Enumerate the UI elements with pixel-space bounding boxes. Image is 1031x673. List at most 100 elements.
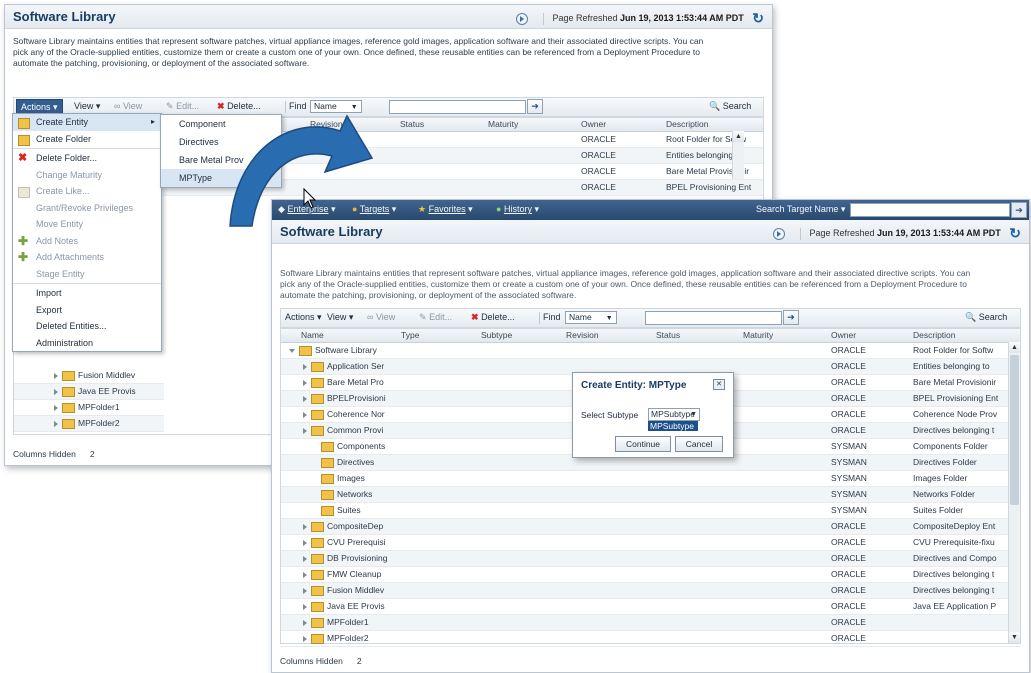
column-header[interactable]: Status	[656, 330, 680, 340]
menu-item-deleted-entities[interactable]: Deleted Entities...	[13, 318, 161, 335]
menu-item-import[interactable]: Import	[13, 285, 161, 302]
find-input[interactable]	[645, 311, 782, 325]
search-target-type[interactable]: Search Target Name ▾	[756, 204, 845, 215]
scroll-thumb[interactable]	[1010, 355, 1019, 505]
tree-item[interactable]: Fusion Middlev	[14, 368, 164, 384]
go-arrow-icon[interactable]: ➔	[1011, 202, 1027, 218]
expand-icon[interactable]	[54, 388, 58, 395]
play-icon[interactable]	[516, 12, 529, 25]
expand-icon[interactable]	[303, 427, 307, 434]
subtype-select[interactable]: MPSubtype ▼	[648, 408, 700, 421]
menu-item-administration[interactable]: Administration	[13, 335, 161, 352]
find-field-select[interactable]: Name ▼	[565, 311, 617, 324]
menu-item-change-maturity[interactable]: Change Maturity	[13, 167, 161, 184]
history-menu[interactable]: ● History ▾	[496, 204, 539, 215]
refresh-icon[interactable]: ↻	[752, 10, 764, 27]
table-row[interactable]: CVU Prerequisi ORACLE CVU Prerequisite-fix…	[281, 535, 1020, 551]
go-arrow-icon[interactable]: ➔	[527, 99, 543, 114]
expand-icon[interactable]	[303, 603, 307, 610]
expand-icon[interactable]	[303, 363, 307, 370]
column-header[interactable]: Name	[301, 330, 324, 340]
column-header[interactable]: Maturity	[743, 330, 773, 340]
scroll-down-icon[interactable]: ▼	[1009, 632, 1020, 643]
view-menu-button[interactable]: View ▾	[74, 101, 100, 112]
continue-button[interactable]: Continue	[615, 436, 671, 452]
menu-item-create-folder[interactable]: Create Folder	[13, 131, 161, 148]
expand-icon[interactable]	[303, 555, 307, 562]
expand-icon[interactable]	[303, 379, 307, 386]
menu-item-label: Grant/Revoke Privileges	[36, 202, 134, 213]
expand-icon[interactable]	[303, 523, 307, 530]
column-header[interactable]: Maturity	[488, 119, 518, 129]
table-row[interactable]: FMW Cleanup ORACLE Directives belonging t	[281, 567, 1020, 583]
scroll-up-icon[interactable]: ▲	[733, 131, 744, 142]
find-input[interactable]	[389, 100, 526, 114]
expand-icon[interactable]	[54, 420, 58, 427]
menu-item-stage-entity[interactable]: Stage Entity	[13, 266, 161, 283]
scrollbar[interactable]: ▲ ▼	[1008, 342, 1020, 643]
expand-icon[interactable]	[54, 372, 58, 379]
cancel-button[interactable]: Cancel	[675, 436, 723, 452]
table-row[interactable]: MPFolder1 ORACLE	[281, 615, 1020, 631]
table-row[interactable]: Java EE Provis ORACLE Java EE Application …	[281, 599, 1020, 615]
table-row[interactable]: Networks SYSMAN Networks Folder	[281, 487, 1020, 503]
search-link[interactable]: 🔍 Search	[965, 312, 1007, 323]
favorites-menu[interactable]: ★ Favorites ▾	[418, 204, 473, 215]
name-label: Networks	[337, 489, 373, 499]
subtype-option[interactable]: MPSubtype	[648, 421, 698, 431]
tree-item[interactable]: MPFolder1	[14, 400, 164, 416]
scrollbar[interactable]: ▲	[732, 131, 744, 179]
view-button[interactable]: ∞ View	[367, 312, 395, 322]
column-header[interactable]: Status	[400, 119, 424, 129]
expand-icon[interactable]	[303, 571, 307, 578]
delete-button[interactable]: ✖ Delete...	[471, 312, 515, 323]
folder-icon	[311, 601, 324, 612]
scroll-up-icon[interactable]: ▲	[1009, 342, 1020, 353]
table-row[interactable]: CompositeDep ORACLE CompositeDeploy Ent	[281, 519, 1020, 535]
expand-icon[interactable]	[303, 411, 307, 418]
menu-item-create-like[interactable]: Create Like...	[13, 183, 161, 200]
tree-item[interactable]: Java EE Provis	[14, 384, 164, 400]
column-header[interactable]: Owner	[581, 119, 606, 129]
menu-item-create-entity[interactable]: Create Entity ▸	[13, 114, 161, 131]
edit-button[interactable]: ✎ Edit...	[419, 312, 452, 323]
menu-item-move-entity[interactable]: Move Entity	[13, 216, 161, 233]
tree-item-label: Fusion Middlev	[78, 370, 136, 380]
table-row[interactable]: Software Library ORACLE Root Folder for So…	[281, 343, 1020, 359]
play-icon[interactable]	[773, 227, 786, 240]
column-header[interactable]: Description	[666, 119, 709, 129]
column-header[interactable]: Subtype	[481, 330, 512, 340]
expand-icon[interactable]	[303, 619, 307, 626]
table-row[interactable]: DB Provisioning ORACLE Directives and Comp…	[281, 551, 1020, 567]
search-target-input[interactable]	[850, 203, 1010, 217]
expand-icon[interactable]	[303, 539, 307, 546]
table-row[interactable]: Fusion Middlev ORACLE Directives belonging…	[281, 583, 1020, 599]
expand-icon[interactable]	[54, 404, 58, 411]
column-header[interactable]: Revision	[566, 330, 599, 340]
menu-item-grant-revoke[interactable]: Grant/Revoke Privileges	[13, 200, 161, 217]
view-button[interactable]: ∞ View	[114, 101, 142, 111]
search-link[interactable]: 🔍 Search	[709, 101, 751, 112]
expand-icon[interactable]	[303, 587, 307, 594]
actions-menu-button[interactable]: Actions ▾	[285, 312, 322, 323]
table-row[interactable]: Images SYSMAN Images Folder	[281, 471, 1020, 487]
menu-item-add-attachments[interactable]: ✚ Add Attachments	[13, 249, 161, 266]
find-field-value: Name	[569, 312, 592, 322]
go-arrow-icon[interactable]: ➔	[783, 310, 799, 325]
table-row[interactable]: MPFolder2 ORACLE	[281, 631, 1020, 647]
refresh-icon[interactable]: ↻	[1009, 225, 1021, 242]
close-icon[interactable]: ✕	[713, 379, 725, 390]
column-header[interactable]: Description	[913, 330, 956, 340]
tree-item[interactable]: MPFolder2	[14, 416, 164, 432]
menu-item-delete-folder[interactable]: ✖ Delete Folder...	[13, 150, 161, 167]
table-row[interactable]: Suites SYSMAN Suites Folder	[281, 503, 1020, 519]
column-header[interactable]: Owner	[831, 330, 856, 340]
name-cell: Components	[317, 441, 391, 452]
expand-icon[interactable]	[303, 635, 307, 642]
collapse-icon[interactable]	[289, 348, 295, 353]
column-header[interactable]: Type	[401, 330, 419, 340]
menu-item-add-notes[interactable]: ✚ Add Notes	[13, 233, 161, 250]
expand-icon[interactable]	[303, 395, 307, 402]
menu-item-export[interactable]: Export	[13, 302, 161, 319]
view-menu-button[interactable]: View ▾	[327, 312, 353, 323]
